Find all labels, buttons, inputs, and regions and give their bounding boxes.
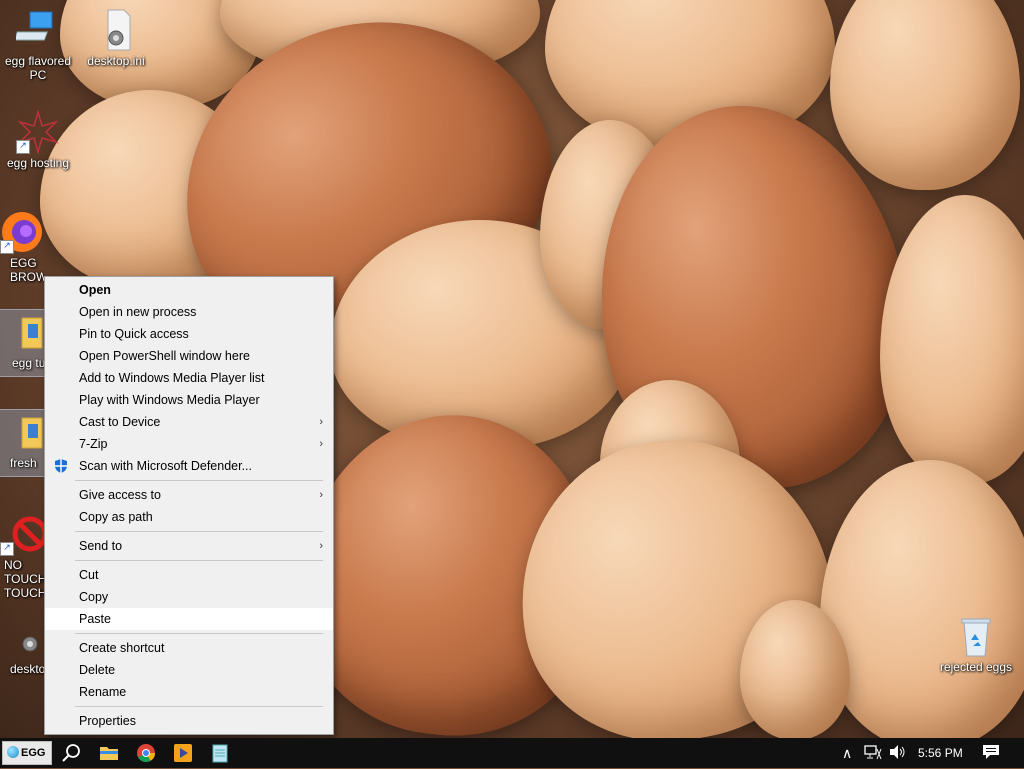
menu-separator bbox=[75, 531, 323, 532]
menu-item-label: Properties bbox=[79, 714, 136, 728]
menu-item-create-shortcut[interactable]: Create shortcut bbox=[45, 637, 333, 659]
menu-item-add-to-wmp-list[interactable]: Add to Windows Media Player list bbox=[45, 367, 333, 389]
menu-item-label: Open bbox=[79, 283, 111, 297]
menu-item-send-to[interactable]: Send to › bbox=[45, 535, 333, 557]
menu-item-label: Scan with Microsoft Defender... bbox=[79, 459, 252, 473]
menu-item-label: Pin to Quick access bbox=[79, 327, 189, 341]
menu-item-copy-as-path[interactable]: Copy as path bbox=[45, 506, 333, 528]
menu-item-7-zip[interactable]: 7-Zip › bbox=[45, 433, 333, 455]
desktop-icon-label: deskto bbox=[10, 662, 44, 676]
menu-separator bbox=[75, 480, 323, 481]
defender-shield-icon bbox=[53, 458, 69, 474]
menu-item-label: Send to bbox=[79, 539, 123, 553]
menu-item-pin-to-quick-access[interactable]: Pin to Quick access bbox=[45, 323, 333, 345]
menu-item-label: Paste bbox=[79, 612, 111, 626]
desktop-icon-label: EGG BROWSER bbox=[10, 256, 44, 284]
spiky-logo-icon: ↗ bbox=[16, 109, 60, 155]
media-player-icon bbox=[174, 744, 192, 762]
desktop-icon-label: egg tu bbox=[12, 356, 44, 370]
menu-item-label: Rename bbox=[79, 685, 127, 699]
search-button[interactable] bbox=[60, 741, 84, 765]
volume-icon[interactable] bbox=[888, 738, 906, 768]
desktop-icon-label: egg flavored PC bbox=[4, 54, 72, 82]
settings-file-icon bbox=[0, 616, 44, 660]
chevron-right-icon: › bbox=[319, 438, 323, 450]
taskbar-chrome[interactable] bbox=[134, 741, 158, 765]
start-button-label: EGG bbox=[21, 747, 46, 759]
menu-item-give-access-to[interactable]: Give access to › bbox=[45, 484, 333, 506]
menu-item-label: Cast to Device bbox=[79, 415, 161, 429]
clock[interactable]: 5:56 PM bbox=[918, 738, 963, 768]
menu-item-label: Open in new process bbox=[79, 305, 197, 319]
menu-item-label: Play with Windows Media Player bbox=[79, 393, 260, 407]
notepad-icon bbox=[212, 744, 228, 763]
menu-item-copy[interactable]: Copy bbox=[45, 586, 333, 608]
menu-item-label: Give access to bbox=[79, 488, 161, 502]
desktop-icon-no-touch[interactable]: ↗ NO TOUCH TOUCH bbox=[0, 512, 44, 600]
desktop-icon-egg-tu[interactable]: egg tu bbox=[0, 309, 45, 377]
menu-item-open[interactable]: Open bbox=[45, 279, 333, 301]
menu-item-cut[interactable]: Cut bbox=[45, 564, 333, 586]
globe-icon bbox=[7, 746, 19, 758]
desktop-icon-label: NO TOUCH TOUCH bbox=[4, 558, 44, 600]
chrome-icon bbox=[137, 744, 155, 763]
chevron-right-icon: › bbox=[319, 489, 323, 501]
desktop-icon-label: egg hosting bbox=[6, 156, 70, 170]
shortcut-arrow-icon: ↗ bbox=[16, 140, 30, 154]
menu-item-label: Open PowerShell window here bbox=[79, 349, 250, 363]
menu-item-open-powershell[interactable]: Open PowerShell window here bbox=[45, 345, 333, 367]
chevron-right-icon: › bbox=[319, 540, 323, 552]
menu-separator bbox=[75, 560, 323, 561]
start-button[interactable]: EGG bbox=[2, 741, 52, 765]
recycle-bin-icon bbox=[954, 614, 998, 658]
context-menu: Open Open in new process Pin to Quick ac… bbox=[44, 276, 334, 735]
tray-show-hidden-icons[interactable]: ∧ bbox=[842, 738, 852, 768]
menu-item-delete[interactable]: Delete bbox=[45, 659, 333, 681]
desktop-icon-deskto[interactable]: deskto bbox=[0, 616, 44, 676]
folder-icon bbox=[0, 310, 44, 354]
taskbar-notepad[interactable] bbox=[208, 741, 232, 765]
notification-icon bbox=[983, 745, 999, 759]
menu-item-properties[interactable]: Properties bbox=[45, 710, 333, 732]
desktop-icon-rejected-eggs[interactable]: rejected eggs bbox=[936, 614, 1016, 674]
taskbar-file-explorer[interactable] bbox=[97, 741, 121, 765]
desktop-icon-egg-flavored-pc[interactable]: egg flavored PC bbox=[0, 8, 76, 82]
desktop-icon-label: fresh bbox=[10, 456, 37, 470]
shortcut-arrow-icon: ↗ bbox=[0, 240, 14, 254]
computer-icon bbox=[13, 8, 60, 52]
menu-item-label: Delete bbox=[79, 663, 116, 677]
taskbar-media-player[interactable] bbox=[171, 741, 195, 765]
desktop-icon-label: desktop.ini bbox=[87, 54, 145, 68]
desktop-icon-desktop-ini[interactable]: desktop.ini bbox=[78, 8, 154, 68]
search-icon bbox=[62, 744, 80, 762]
desktop-icon-egg-hosting[interactable]: ↗ egg hosting bbox=[0, 109, 76, 170]
taskbar: EGG ∧ 5:56 PM bbox=[0, 738, 1024, 768]
menu-item-rename[interactable]: Rename bbox=[45, 681, 333, 703]
folder-icon bbox=[100, 747, 118, 760]
menu-item-paste[interactable]: Paste bbox=[45, 608, 333, 630]
firefox-icon: ↗ bbox=[0, 210, 44, 254]
desktop-icon-egg-browser[interactable]: ↗ EGG BROWSER bbox=[0, 210, 44, 284]
desktop-icon-fresh[interactable]: fresh bbox=[0, 409, 45, 477]
desktop-icon-label: rejected eggs bbox=[939, 660, 1013, 674]
menu-item-play-with-wmp[interactable]: Play with Windows Media Player bbox=[45, 389, 333, 411]
prohibited-icon: ↗ bbox=[0, 512, 44, 556]
chevron-right-icon: › bbox=[319, 416, 323, 428]
menu-item-scan-with-defender[interactable]: Scan with Microsoft Defender... bbox=[45, 455, 333, 477]
folder-icon bbox=[0, 410, 44, 454]
menu-item-label: Copy bbox=[79, 590, 109, 604]
menu-separator bbox=[75, 706, 323, 707]
menu-item-label: Create shortcut bbox=[79, 641, 165, 655]
menu-separator bbox=[75, 633, 323, 634]
shortcut-arrow-icon: ↗ bbox=[0, 542, 14, 556]
network-icon[interactable] bbox=[864, 738, 882, 768]
menu-item-label: 7-Zip bbox=[79, 437, 108, 451]
menu-item-label: Add to Windows Media Player list bbox=[79, 371, 265, 385]
menu-item-label: Cut bbox=[79, 568, 99, 582]
notification-center-button[interactable] bbox=[982, 738, 1000, 768]
menu-item-open-in-new-process[interactable]: Open in new process bbox=[45, 301, 333, 323]
settings-file-icon bbox=[94, 8, 138, 52]
menu-item-label: Copy as path bbox=[79, 510, 153, 524]
menu-item-cast-to-device[interactable]: Cast to Device › bbox=[45, 411, 333, 433]
